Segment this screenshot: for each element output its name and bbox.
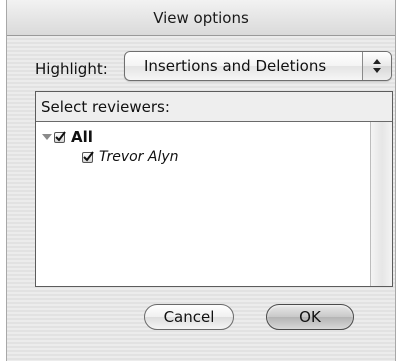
view-options-dialog: View options Highlight: Insertions and D… bbox=[6, 0, 396, 361]
all-label: All bbox=[71, 128, 93, 146]
highlight-label: Highlight: bbox=[35, 60, 108, 78]
tree-row-reviewer: Trevor Alyn bbox=[82, 148, 179, 166]
all-checkbox[interactable] bbox=[54, 130, 66, 143]
tree-row-all: All bbox=[40, 128, 93, 146]
highlight-popup-value: Insertions and Deletions bbox=[144, 57, 327, 75]
reviewers-list-header: Select reviewers: bbox=[36, 92, 392, 122]
reviewers-scrollbar[interactable] bbox=[370, 122, 392, 286]
reviewer-checkbox[interactable] bbox=[82, 150, 94, 163]
cancel-button[interactable]: Cancel bbox=[144, 304, 234, 330]
ok-button[interactable]: OK bbox=[266, 304, 354, 330]
checkmark-icon bbox=[55, 130, 66, 142]
reviewers-tree: All Trevor Alyn bbox=[36, 122, 370, 286]
disclosure-triangle-down-icon[interactable] bbox=[40, 130, 54, 144]
reviewer-label: Trevor Alyn bbox=[99, 149, 179, 165]
checkmark-icon bbox=[83, 150, 94, 162]
highlight-popup[interactable]: Insertions and Deletions bbox=[124, 51, 392, 81]
up-down-arrows-icon[interactable] bbox=[362, 52, 391, 80]
dialog-title: View options bbox=[7, 0, 395, 36]
reviewers-list: Select reviewers: All Trevor Alyn bbox=[35, 91, 393, 287]
